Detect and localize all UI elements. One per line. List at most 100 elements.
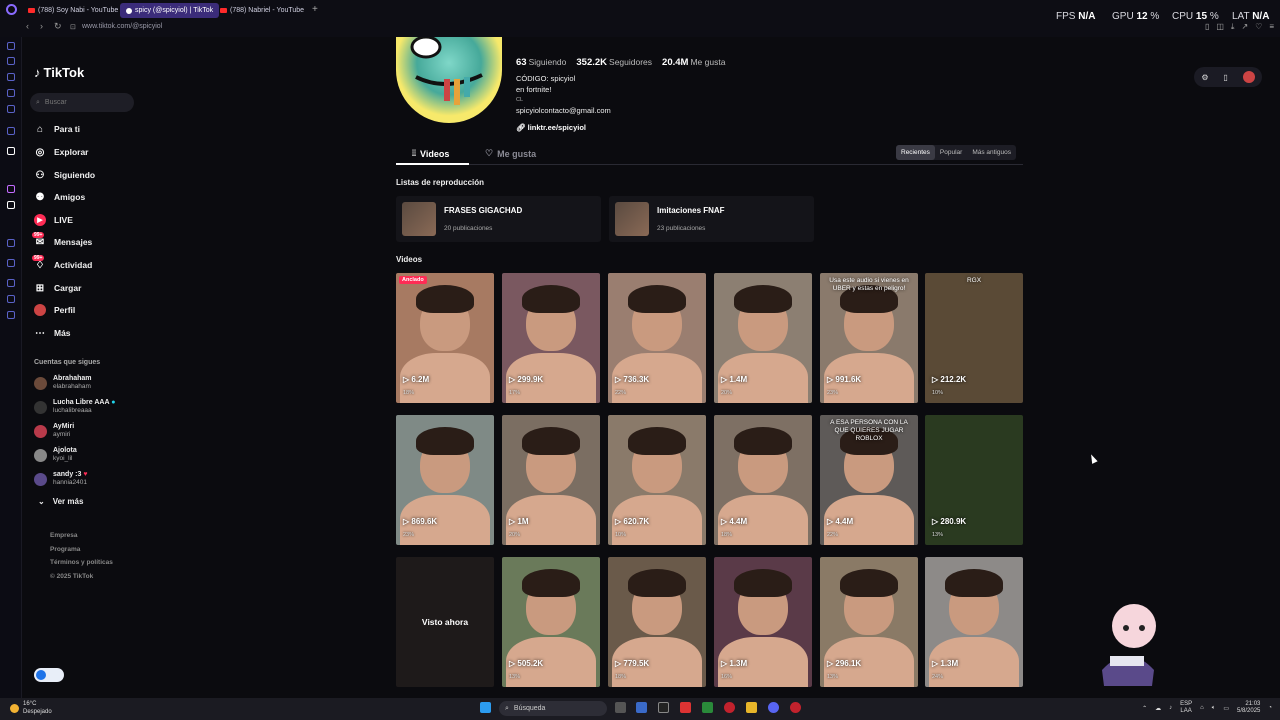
video-card[interactable]: ▷ 296.1K 13% xyxy=(820,557,918,687)
footer-link[interactable]: Términos y políticas xyxy=(50,556,113,570)
sort-recent[interactable]: Recientes xyxy=(896,145,935,160)
following-stat[interactable]: 63 Siguiendo xyxy=(516,57,566,68)
snapshot-icon[interactable]: ▯ xyxy=(1205,22,1209,32)
video-card[interactable]: RGX ▷ 212.2K 10% xyxy=(925,273,1023,403)
windows-start-icon[interactable] xyxy=(480,702,491,713)
sidebar-app-icon[interactable] xyxy=(7,295,15,303)
volume-icon[interactable]: 🔈︎ xyxy=(1212,705,1216,712)
chevron-up-icon[interactable]: ⌃ xyxy=(1142,705,1147,712)
video-card[interactable]: ▷ 1.3M 16% xyxy=(714,557,812,687)
sidebar-item-para-ti[interactable]: ⌂ Para ti xyxy=(34,121,80,137)
following-account[interactable]: Abrahaham elabrahaham xyxy=(34,373,92,393)
tab-youtube-2[interactable]: (788) Nabriel - YouTube xyxy=(214,3,310,18)
video-card[interactable]: ▷ 1M 20% xyxy=(502,415,600,545)
tab-youtube-1[interactable]: (788) Soy Nabi - YouTube xyxy=(22,3,124,18)
sidebar-app-icon[interactable] xyxy=(7,42,15,50)
opera-logo-icon[interactable] xyxy=(6,4,17,15)
app-icon[interactable] xyxy=(636,702,647,713)
device-icon[interactable]: ▯ xyxy=(1223,73,1227,82)
taskview-icon[interactable] xyxy=(615,702,626,713)
battery-icon[interactable]: ▭ xyxy=(1223,705,1229,712)
following-account[interactable]: Ajolota kyoi_lil xyxy=(34,445,77,465)
sidebar-app-icon[interactable] xyxy=(7,89,15,97)
video-card[interactable]: ▷ 779.5K 18% xyxy=(608,557,706,687)
discord-icon[interactable] xyxy=(768,702,779,713)
sidebar-app-icon[interactable] xyxy=(7,147,15,155)
tab-videos[interactable]: ⦙⦙ Videos xyxy=(412,148,449,159)
x-icon[interactable] xyxy=(7,201,15,209)
tab-likes[interactable]: ♡ Me gusta xyxy=(485,148,536,159)
settings-icon[interactable]: ⚙ xyxy=(1201,73,1208,82)
tiktok-logo[interactable]: ♪ TikTok xyxy=(34,65,84,80)
video-card[interactable]: ▷ 1.3M 24% xyxy=(925,557,1023,687)
tray-app-icon[interactable]: ☁ xyxy=(1155,705,1161,712)
menu-icon[interactable]: ≡ xyxy=(1269,22,1274,32)
sidebar-app-icon[interactable] xyxy=(7,57,15,65)
new-tab-button[interactable]: + xyxy=(312,4,318,15)
video-card[interactable]: ▷ 620.7K 10% xyxy=(608,415,706,545)
sidebar-item-cargar[interactable]: ⊞ Cargar xyxy=(34,280,82,296)
sidebar-app-icon[interactable] xyxy=(7,105,15,113)
following-account[interactable]: Lucha Libre AAA ● luchalibreaaa xyxy=(34,397,115,417)
tab-tiktok[interactable]: spicy (@spicyiol) | TikTok xyxy=(120,3,220,18)
sidebar-item-explorar[interactable]: ◎ Explorar xyxy=(34,144,89,160)
followers-stat[interactable]: 352.2K Seguidores xyxy=(576,57,652,68)
sidebar-app-icon[interactable] xyxy=(7,311,15,319)
xbox-icon[interactable] xyxy=(702,702,713,713)
sidebar-app-icon[interactable] xyxy=(7,73,15,81)
following-account[interactable]: AyMiri aymiri xyxy=(34,421,74,441)
address-bar[interactable]: www.tiktok.com/@spicyiol xyxy=(82,23,162,30)
network-icon[interactable]: ⌂ xyxy=(1200,705,1204,711)
sort-popular[interactable]: Popular xyxy=(935,145,967,160)
sidebar-item-live[interactable]: ▶ LIVE xyxy=(34,212,73,228)
taskbar-search[interactable]: ⌕ Búsqueda xyxy=(499,701,607,716)
video-card[interactable]: ▷ 280.9K 13% xyxy=(925,415,1023,545)
video-card[interactable]: Usa este audio si vienes en UBER y estas… xyxy=(820,273,918,403)
sidebar-item-amigos[interactable]: ⚉ Amigos xyxy=(34,189,86,205)
sidebar-app-icon[interactable] xyxy=(7,279,15,287)
sidebar-app-icon[interactable] xyxy=(7,127,15,135)
sidebar-item-perfil[interactable]: Perfil xyxy=(34,302,75,318)
profile-link[interactable]: 🔗︎ linktr.ee/spicyiol xyxy=(516,123,586,132)
back-icon[interactable]: ‹ xyxy=(26,21,29,31)
sort-oldest[interactable]: Más antiguos xyxy=(967,145,1016,160)
video-card[interactable]: ▷ 4.4M 18% xyxy=(714,415,812,545)
footer-link[interactable]: Programa xyxy=(50,543,113,557)
sidebar-item-mensajes[interactable]: ✉ 99+ Mensajes xyxy=(32,232,92,250)
video-card[interactable]: Visto ahora xyxy=(396,557,494,687)
app-icon[interactable] xyxy=(680,702,691,713)
tray-app-icon[interactable]: ♪ xyxy=(1169,705,1172,711)
video-card[interactable]: ▷ 1.4M 20% xyxy=(714,273,812,403)
reload-icon[interactable]: ↻ xyxy=(54,21,62,32)
footer-link[interactable]: Empresa xyxy=(50,529,113,543)
share-icon[interactable]: ↗ xyxy=(1241,22,1248,32)
download-icon[interactable]: ⤓ xyxy=(1231,22,1235,32)
avatar-small[interactable] xyxy=(1242,71,1255,83)
opera-gx-icon[interactable] xyxy=(790,702,801,713)
weather-widget[interactable]: 16°C Despejado xyxy=(10,700,52,716)
sidebar-app-icon[interactable] xyxy=(7,185,15,193)
sidebar-item-actividad[interactable]: ♢ 99+ Actividad xyxy=(32,255,92,273)
clock[interactable]: 21:03 5/8/2025 xyxy=(1237,701,1260,715)
video-card[interactable]: ▷ 736.3K 22% xyxy=(608,273,706,403)
forward-icon[interactable]: › xyxy=(40,21,43,31)
playlist-card[interactable]: Imitaciones FNAF 23 publicaciones xyxy=(609,196,814,242)
search-input[interactable]: ⌕ Buscar xyxy=(30,93,134,112)
heart-icon[interactable]: ♡ xyxy=(1255,22,1262,32)
video-card[interactable]: ▷ 505.2K 13% xyxy=(502,557,600,687)
see-more-button[interactable]: ⌄ Ver más xyxy=(38,497,83,506)
sidebar-item-mas[interactable]: ⋯ Más xyxy=(34,325,71,341)
opera-icon[interactable] xyxy=(724,702,735,713)
extensions-icon[interactable]: ◫ xyxy=(1216,22,1224,32)
file-explorer-icon[interactable] xyxy=(746,702,757,713)
video-card[interactable]: ▷ 869.6K 23% xyxy=(396,415,494,545)
widget-toggle[interactable] xyxy=(34,668,64,682)
following-account[interactable]: sandy :3 ♥ hannia2401 xyxy=(34,469,88,489)
video-card[interactable]: ▷ 299.9K 17% xyxy=(502,273,600,403)
capcut-icon[interactable] xyxy=(658,702,669,713)
video-card[interactable]: A ESA PERSONA CON LA QUE QUIERES JUGAR R… xyxy=(820,415,918,545)
sidebar-app-icon[interactable] xyxy=(7,239,15,247)
sidebar-item-siguiendo[interactable]: ⚇ Siguiendo xyxy=(34,167,96,183)
video-card[interactable]: Anclado ▷ 6.2M 18% xyxy=(396,273,494,403)
language-indicator[interactable]: ESP LAA xyxy=(1180,701,1192,715)
